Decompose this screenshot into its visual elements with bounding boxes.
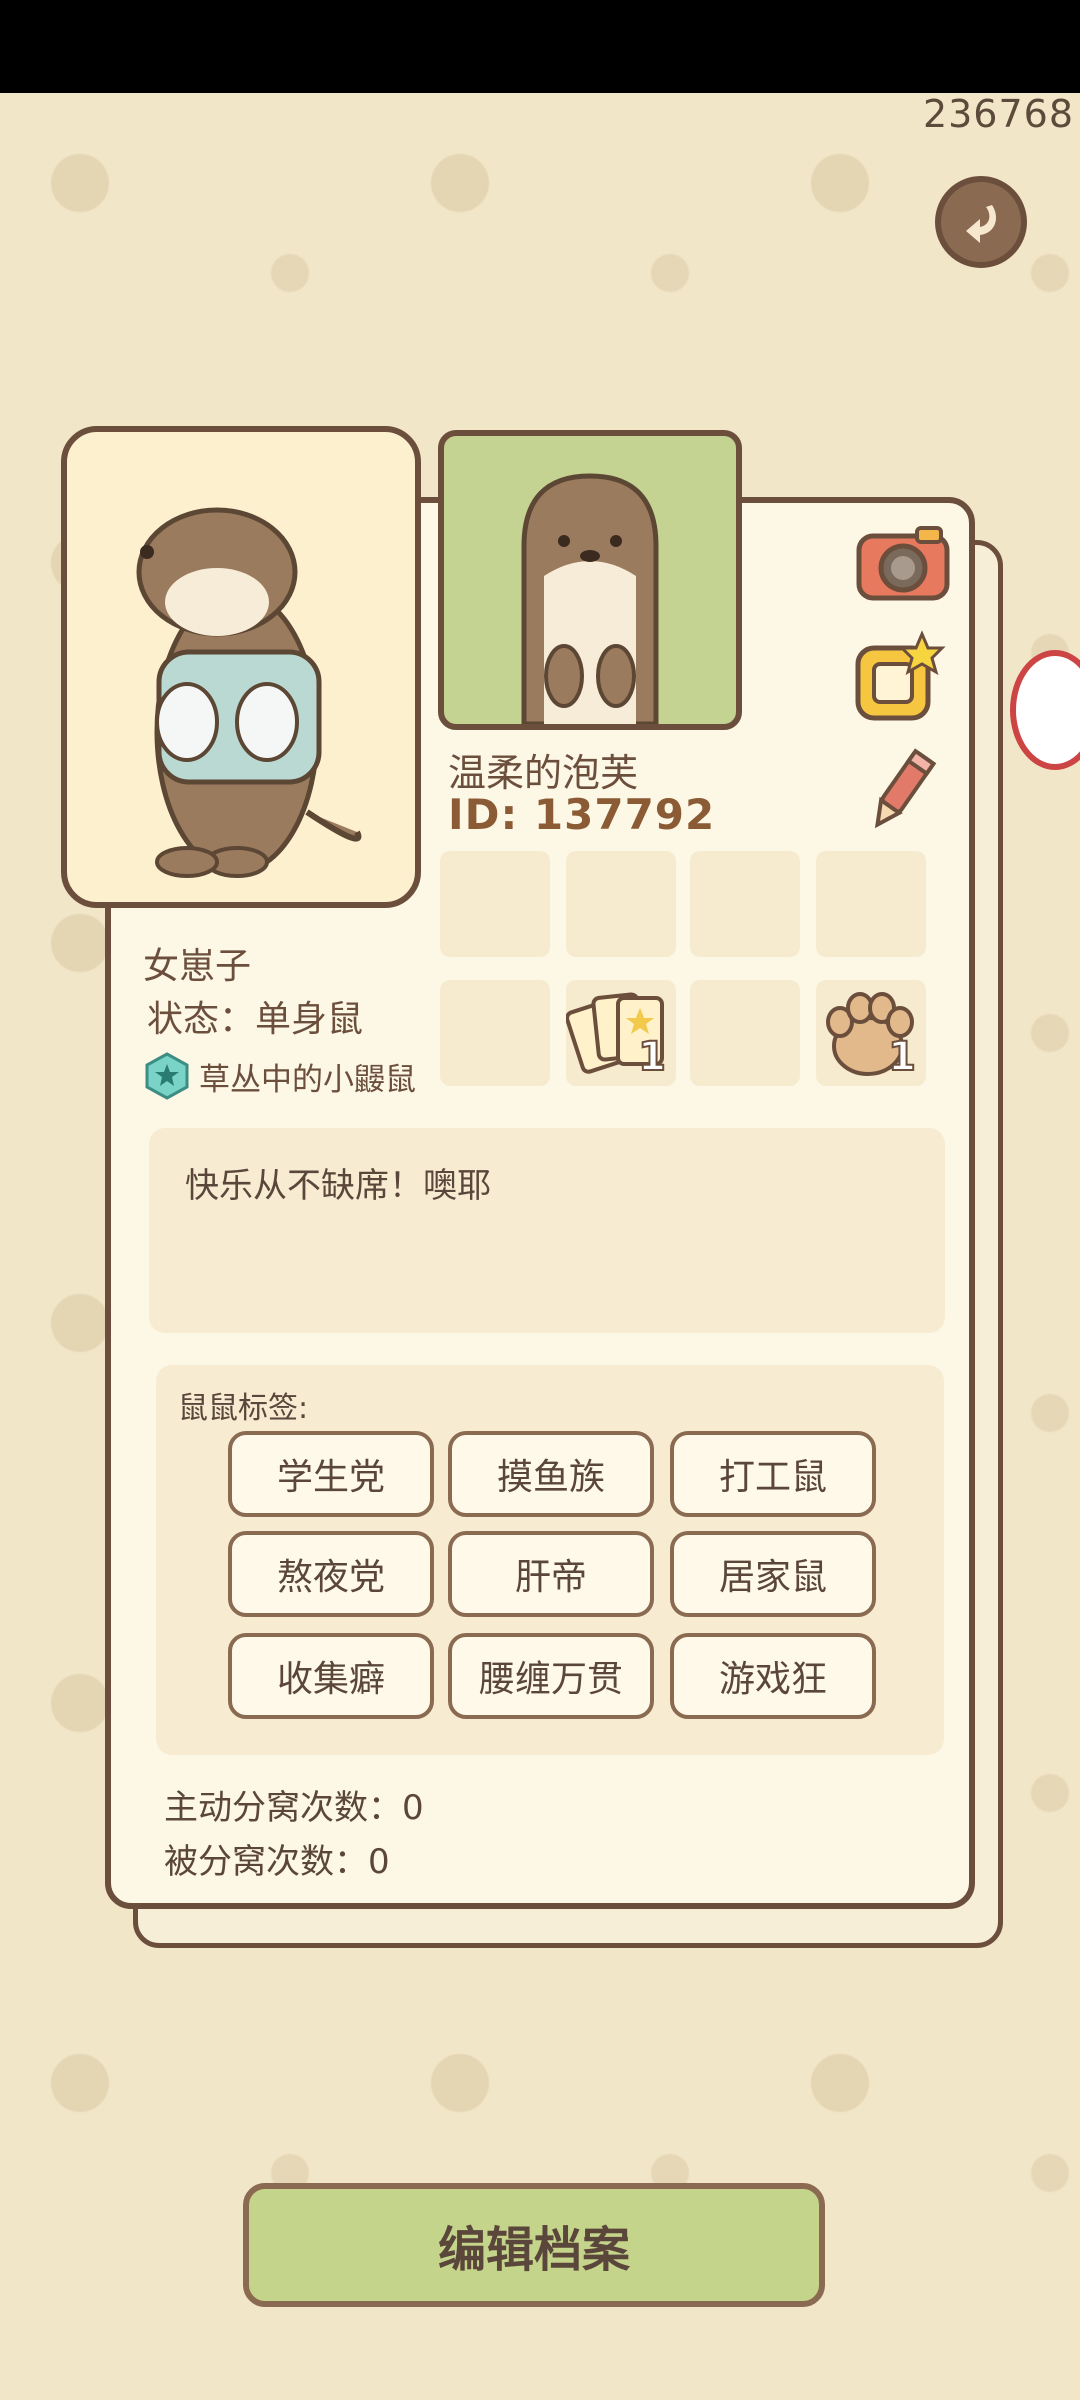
avatar-full-portrait [61,426,421,908]
passive-breakup-count: 被分窝次数：0 [164,1842,390,1882]
item-slot[interactable] [690,851,800,957]
gender-label: 女崽子 [143,946,252,987]
tag-wealthy[interactable]: 腰缠万贯 [448,1633,654,1719]
tag-slacker[interactable]: 摸鱼族 [448,1431,654,1517]
signature-box: 快乐从不缺席！噢耶 [149,1128,945,1333]
item-slot[interactable] [690,980,800,1086]
user-id: ID: 137792 [448,790,716,839]
tag-night-owl[interactable]: 熬夜党 [228,1531,434,1617]
edit-name-button[interactable] [862,746,940,836]
camera-icon [856,526,950,601]
cards-count: 1 [637,1033,667,1081]
relationship-status: 状态：单身鼠 [147,999,364,1040]
tag-grinder[interactable]: 肝帝 [448,1531,654,1617]
frame-badge-button[interactable] [852,630,948,726]
item-slot[interactable] [440,851,550,957]
avatar-headshot [438,430,742,730]
tag-gamer[interactable]: 游戏狂 [670,1633,876,1719]
frame-counter: 236768 [922,92,1074,136]
tag-worker[interactable]: 打工鼠 [670,1431,876,1517]
item-slot-cards[interactable]: 1 [565,980,676,1086]
pencil-icon [874,748,937,829]
tag-collector[interactable]: 收集癖 [228,1633,434,1719]
paw-count: 1 [887,1033,917,1081]
otter-headshot-illustration [521,473,659,724]
back-button[interactable] [935,176,1027,268]
tag-student[interactable]: 学生党 [228,1431,434,1517]
frame-star-icon [855,630,946,721]
active-breakup-count: 主动分窝次数：0 [164,1788,424,1828]
tags-label: 鼠鼠标签: [178,1391,309,1426]
item-slot[interactable] [566,851,676,957]
item-slot[interactable] [816,851,926,957]
title-badge-text: 草丛中的小鼹鼠 [199,1061,416,1098]
edit-profile-button[interactable]: 编辑档案 [243,2183,825,2307]
item-slot[interactable] [440,980,550,1086]
otter-sweater-illustration [136,507,362,878]
tags-panel: 鼠鼠标签: 学生党 摸鱼族 打工鼠 熬夜党 肝帝 居家鼠 收集癖 腰缠万贯 游戏… [156,1365,944,1755]
item-slot-paw[interactable]: 1 [816,980,926,1086]
signature-text: 快乐从不缺席！噢耶 [185,1166,491,1206]
hexagon-star-badge-icon [145,1052,189,1100]
title-badge: 草丛中的小鼹鼠 [143,1052,416,1100]
status-bar [0,0,1080,93]
return-arrow-icon [966,205,996,243]
tag-homebody[interactable]: 居家鼠 [670,1531,876,1617]
nickname: 温柔的泡芙 [448,751,639,795]
camera-button[interactable] [853,520,953,604]
